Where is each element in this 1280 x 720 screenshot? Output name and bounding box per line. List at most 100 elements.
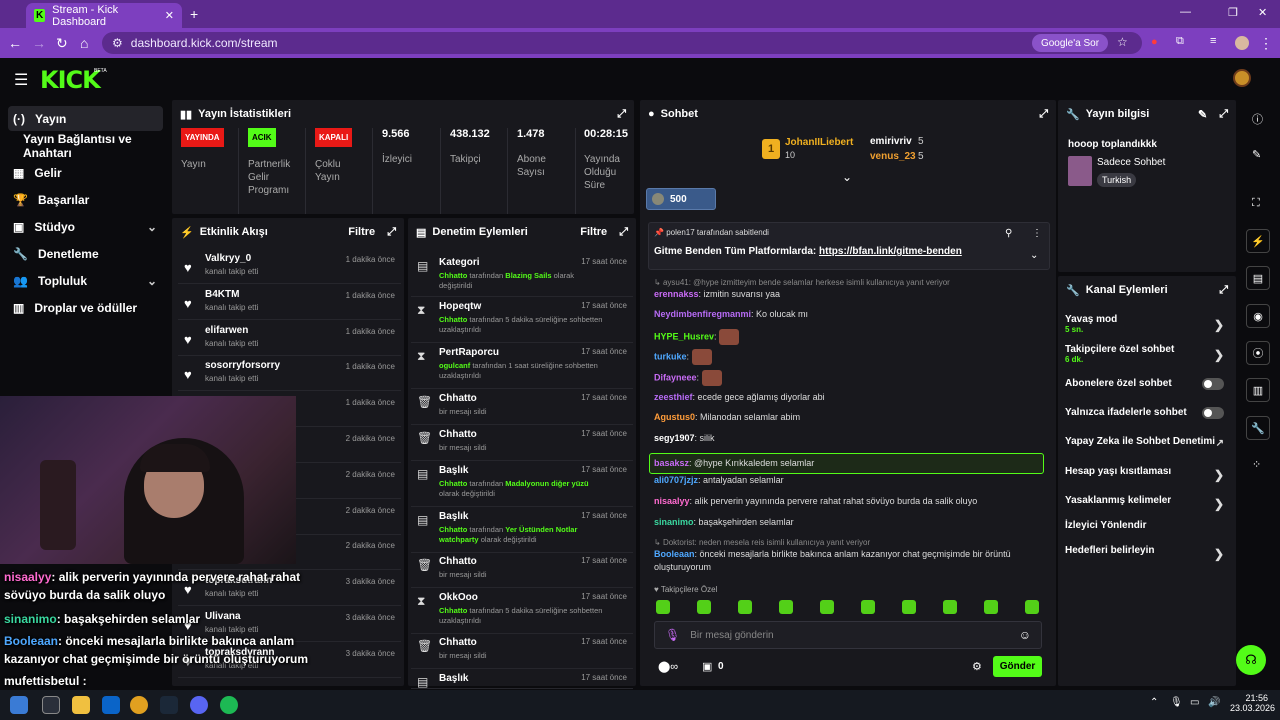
emote-button[interactable] [902, 600, 916, 614]
mic-icon[interactable]: 🎙 [665, 628, 680, 642]
chat-username[interactable]: nisaalyy [654, 496, 690, 506]
chat-username[interactable]: basaksz [654, 458, 689, 468]
banned-words-item[interactable]: Yasaklanmış kelimeler ❯ [1065, 495, 1230, 511]
chat-message[interactable]: Neydimbenfiregmanmi: Ko olucak mı [654, 308, 1049, 321]
emote-button[interactable] [697, 600, 711, 614]
moderation-item[interactable]: ⧗ PertRaporcu 17 saat önce ogulcanf tarafın… [411, 343, 633, 389]
sidebar-item-yayin[interactable]: (·) Yayın [8, 106, 163, 131]
chat-message[interactable]: HYPE_Husrev: [654, 329, 1049, 345]
chat-message[interactable]: segy1907: silik [654, 432, 1049, 445]
chat-username[interactable]: ali0707jzjz [654, 475, 698, 485]
moderation-item[interactable]: ⧗ Hopeqtw 17 saat önce Chhatto tarafından 5… [411, 297, 633, 343]
chat-message[interactable]: zeesthief: ecede gece ağlamış diyorlar a… [654, 391, 1049, 404]
send-button[interactable]: Gönder [993, 656, 1042, 677]
chat-message[interactable]: basaksz: @hype Kırıkkaledem selamlar [649, 453, 1044, 474]
chat-username[interactable]: Booleaan [654, 549, 695, 559]
apps-icon[interactable]: ⁘ [1252, 458, 1261, 471]
goals-item[interactable]: Hedefleri belirleyin ❯ [1065, 545, 1230, 561]
minimize-icon[interactable]: — [1180, 6, 1191, 18]
chat-message[interactable]: sinanimo: başakşehirden selamlar [654, 516, 1049, 529]
sidebar-item-studyo[interactable]: ▣ Stüdyo ⌄ [8, 214, 163, 239]
maximize-icon[interactable]: ❐ [1228, 6, 1238, 19]
chat-icon[interactable]: ◉ [1246, 304, 1270, 328]
activity-item[interactable]: ♥ sosorryforsorry kanalı takip etti 1 dakik… [178, 355, 401, 392]
chat-message[interactable]: erennakss: izmitin suvarısı yaa [654, 288, 1049, 301]
points-icon[interactable]: ⬤∞ [658, 660, 678, 673]
chat-message[interactable]: ali0707jzjz: antalyadan selamlar [654, 474, 1049, 487]
task-view-icon[interactable] [42, 696, 60, 714]
moderation-item[interactable]: 🗑 Chhatto 17 saat önce bir mesajı sildi [411, 633, 633, 669]
ai-moderation-item[interactable]: Yapay Zeka ile Sohbet Denetimi ↗ [1065, 436, 1230, 449]
moderation-item[interactable]: ▤ Kategori 17 saat önce Chhatto tarafından … [411, 253, 633, 297]
moderation-item[interactable]: 🗑 Chhatto 17 saat önce bir mesajı sildi [411, 552, 633, 588]
activity-item[interactable]: ♥ B4KTM kanalı takip etti 1 dakika önce [178, 284, 401, 320]
forward-icon[interactable]: → [32, 35, 46, 51]
home-icon[interactable]: ⌂ [80, 35, 88, 51]
gift-box-icon[interactable]: ▣ [702, 660, 712, 673]
chat-username[interactable]: sinanimo [654, 517, 694, 527]
mic-tray-icon[interactable]: 🎙 [1170, 697, 1183, 708]
chat-username[interactable]: HYPE_Husrev [654, 331, 714, 341]
activity-item[interactable]: ♥ elifarwen kanalı takip etti 1 dakika önce [178, 320, 401, 356]
collapse-leaderboard-icon[interactable]: ⌄ [842, 170, 852, 184]
kick-logo[interactable]: KICK [40, 66, 101, 94]
profile-avatar[interactable] [1235, 36, 1249, 50]
chat-username[interactable]: Agustus0 [654, 412, 695, 422]
volume-tray-icon[interactable]: 🔊 [1208, 697, 1220, 708]
moderation-item[interactable]: 🗑 Chhatto 17 saat önce bir mesajı sildi [411, 389, 633, 425]
chat-message[interactable]: Booleaan: önceki mesajlarla birlikte bak… [654, 548, 1049, 574]
document-icon[interactable]: ▤ [1246, 266, 1270, 290]
file-explorer-icon[interactable] [72, 696, 90, 714]
focus-icon[interactable]: ⛶ [1252, 197, 1260, 210]
windows-start-icon[interactable] [10, 696, 28, 714]
leader3-name[interactable]: venus_23 [870, 151, 916, 162]
emote-button[interactable] [861, 600, 875, 614]
pinned-link[interactable]: https://bfan.link/gitme-benden [819, 246, 962, 257]
emote-button[interactable] [943, 600, 957, 614]
leader1-name[interactable]: JohanIILiebert [785, 137, 853, 148]
discord-icon[interactable] [190, 696, 208, 714]
google-search-button[interactable]: Google'a Sor [1032, 34, 1108, 52]
steam-icon[interactable] [160, 696, 178, 714]
pinned-menu-icon[interactable]: ⋮ [1032, 228, 1042, 239]
info-icon[interactable]: ⓘ [1252, 111, 1263, 127]
close-tab-icon[interactable]: ✕ [165, 9, 174, 22]
sidebar-item-gelir[interactable]: ▦ Gelir [8, 160, 163, 185]
chat-username[interactable]: Difayneee [654, 372, 697, 382]
moderation-filter-button[interactable]: Filtre [580, 226, 607, 238]
sidebar-item-basarilar[interactable]: 🏆 Başarılar [8, 187, 163, 212]
emote-chat-toggle[interactable] [1202, 407, 1224, 419]
layout-icon[interactable]: ▥ [1246, 378, 1270, 402]
sidebar-item-droplar[interactable]: ▥ Droplar ve ödüller [8, 295, 163, 320]
chat-settings-icon[interactable]: ⚙ [972, 660, 982, 673]
extension-icon[interactable]: ● [1151, 36, 1158, 48]
chat-username[interactable]: Neydimbenfiregmanmi [654, 309, 751, 319]
chat-message[interactable]: turkuke: [654, 349, 1049, 365]
emote-button[interactable] [779, 600, 793, 614]
tray-chevron-icon[interactable]: ⌃ [1150, 697, 1158, 708]
moderation-item[interactable]: ▤ Başlık 17 saat önce Chhatto tarafından Ma… [411, 461, 633, 507]
expand-icon[interactable]: ⤢ [617, 108, 626, 121]
chat-username[interactable]: zeesthief [654, 392, 693, 402]
sidebar-item-denetleme[interactable]: 🔧 Denetleme [8, 241, 163, 266]
subs-chat-toggle[interactable] [1202, 378, 1224, 390]
user-avatar[interactable] [1233, 69, 1251, 87]
chrome-icon[interactable] [130, 696, 148, 714]
moderation-item[interactable]: ▤ Başlık 17 saat önce Chhatto tarafından Ye… [411, 507, 633, 553]
site-info-icon[interactable]: ⚙ [112, 36, 123, 50]
chat-username[interactable]: erennakss [654, 289, 699, 299]
broadcast-icon[interactable]: ⦿ [1246, 341, 1270, 365]
hamburger-menu-icon[interactable]: ☰ [14, 70, 28, 90]
expand-icon[interactable]: ⤢ [1219, 284, 1228, 297]
chat-username[interactable]: segy1907 [654, 433, 695, 443]
pencil-icon[interactable]: ✎ [1252, 148, 1261, 161]
extensions-puzzle-icon[interactable]: ⧉ [1176, 35, 1184, 48]
bookmark-star-icon[interactable]: ☆ [1117, 35, 1128, 49]
emote-button[interactable] [738, 600, 752, 614]
bolt-icon[interactable]: ⚡ [1246, 229, 1270, 253]
display-tray-icon[interactable]: ▭ [1190, 697, 1199, 708]
chat-message[interactable]: nisaalyy: alik perverin yayınında perver… [654, 495, 1049, 508]
new-tab-icon[interactable]: + [190, 6, 198, 22]
outlook-icon[interactable] [102, 696, 120, 714]
moderation-item[interactable]: ⧗ OkkOoo 17 saat önce Chhatto tarafından 5 … [411, 588, 633, 634]
